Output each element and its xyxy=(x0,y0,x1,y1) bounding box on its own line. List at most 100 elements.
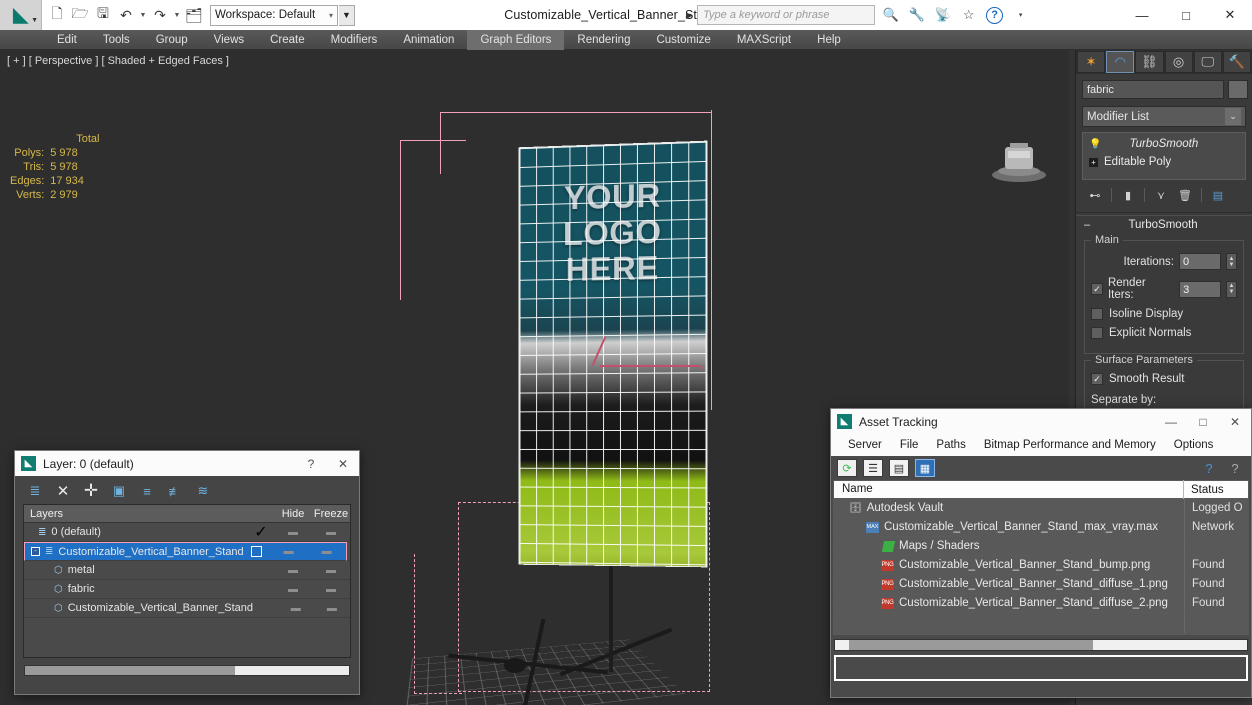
viewport-label[interactable]: [ + ] [ Perspective ] [ Shaded + Edged F… xyxy=(7,55,229,67)
grid-view-icon[interactable]: ▦ xyxy=(915,459,935,477)
column-hide[interactable]: Hide xyxy=(274,508,312,520)
render-iters-spinner[interactable]: ▲ ▼ xyxy=(1226,280,1237,298)
render-iters-input[interactable]: 3 xyxy=(1179,280,1222,298)
column-layers[interactable]: Layers xyxy=(24,508,274,520)
menu-bitmap-performance-and-memory[interactable]: Bitmap Performance and Memory xyxy=(975,439,1165,451)
menu-views[interactable]: Views xyxy=(201,30,257,50)
lightbulb-icon[interactable]: 💡 xyxy=(1089,139,1101,150)
refresh-icon[interactable]: ⟳ xyxy=(837,459,857,477)
hide-toggle[interactable]: ▬ xyxy=(274,527,312,538)
menu-rendering[interactable]: Rendering xyxy=(564,30,643,50)
modifier-stack[interactable]: 💡 TurboSmooth + Editable Poly xyxy=(1082,132,1246,180)
undo-icon[interactable]: ↶ xyxy=(115,3,137,27)
layer-dialog-close-button[interactable]: ✕ xyxy=(327,457,359,471)
menu-customize[interactable]: Customize xyxy=(643,30,723,50)
tab-utilities[interactable]: 🔨 xyxy=(1222,51,1252,73)
menu-maxscript[interactable]: MAXScript xyxy=(724,30,804,50)
modifier-stack-item-editable-poly[interactable]: + Editable Poly xyxy=(1085,153,1243,171)
collapse-icon[interactable]: – xyxy=(1084,219,1090,231)
asset-horizontal-scrollbar[interactable] xyxy=(834,639,1248,651)
layer-horizontal-scrollbar[interactable] xyxy=(24,665,350,676)
menu-server[interactable]: Server xyxy=(839,439,891,451)
asset-row[interactable]: 🗄 Autodesk Vault Logged O xyxy=(833,498,1249,518)
layer-row[interactable]: ⬡ Customizable_Vertical_Banner_Stand ▬ ▬ xyxy=(24,599,350,618)
open-file-icon[interactable]: 🗁 xyxy=(69,3,91,27)
configure-modifier-sets-icon[interactable]: ▤ xyxy=(1207,186,1229,204)
iterations-input[interactable]: 0 xyxy=(1179,253,1221,270)
current-layer-check[interactable] xyxy=(244,546,270,557)
hide-toggle[interactable]: ▬ xyxy=(270,546,308,557)
explicit-normals-row[interactable]: Explicit Normals xyxy=(1091,327,1237,339)
maximize-button[interactable]: □ xyxy=(1164,0,1208,30)
layer-dialog-help-button[interactable]: ? xyxy=(295,457,327,471)
explicit-normals-checkbox[interactable] xyxy=(1091,327,1103,339)
current-layer-check[interactable]: ✓ xyxy=(248,522,274,542)
tab-display[interactable]: 🖵 xyxy=(1193,51,1222,73)
iterations-spinner[interactable]: ▲ ▼ xyxy=(1226,253,1237,270)
expand-plus-icon[interactable]: + xyxy=(1089,157,1098,167)
menu-options[interactable]: Options xyxy=(1165,439,1223,451)
menu-help[interactable]: Help xyxy=(804,30,854,50)
asset-row[interactable]: PNG Customizable_Vertical_Banner_Stand_bu… xyxy=(833,555,1249,575)
freeze-toggle[interactable]: ▬ xyxy=(312,584,350,595)
layer-dialog[interactable]: ◣ Layer: 0 (default) ? ✕ ≣ ✕ ✛ ▣ ≡ ≢ ≋ L… xyxy=(14,450,360,695)
menu-graph-editors[interactable]: Graph Editors xyxy=(467,29,565,50)
undo-dropdown-icon[interactable]: ▼ xyxy=(138,3,148,27)
viewcube-teapot-widget[interactable] xyxy=(988,135,1050,185)
show-end-result-icon[interactable]: ▮ xyxy=(1117,186,1139,204)
redo-icon[interactable]: ↷ xyxy=(149,3,171,27)
select-objects-in-layer-icon[interactable]: ▣ xyxy=(109,482,129,500)
column-name[interactable]: Name xyxy=(834,480,1184,499)
highlight-selected-objects-icon[interactable]: ≡ xyxy=(137,482,157,500)
scrollbar-thumb[interactable] xyxy=(25,666,235,675)
isoline-display-row[interactable]: Isoline Display xyxy=(1091,308,1237,320)
redo-dropdown-icon[interactable]: ▼ xyxy=(172,3,182,27)
asset-row[interactable]: Maps / Shaders xyxy=(833,536,1249,556)
scrollbar-thumb[interactable] xyxy=(849,640,1093,650)
layer-row[interactable]: ⬡ fabric ▬ ▬ xyxy=(24,580,350,599)
asset-maximize-button[interactable]: □ xyxy=(1187,415,1219,429)
smooth-result-row[interactable]: ✓ Smooth Result xyxy=(1091,373,1237,385)
freeze-toggle[interactable]: ▬ xyxy=(312,527,350,538)
menu-edit[interactable]: Edit xyxy=(44,30,90,50)
expand-arrow-icon[interactable]: ▶ xyxy=(686,11,692,20)
help-button[interactable]: ? xyxy=(984,5,1005,25)
transform-gizmo-x-axis[interactable] xyxy=(600,365,700,367)
asset-list[interactable]: Name Status 🗄 Autodesk Vault Logged O MAX… xyxy=(833,480,1249,635)
list-view-icon[interactable]: ☰ xyxy=(863,459,883,477)
asset-row[interactable]: MAX Customizable_Vertical_Banner_Stand_ma… xyxy=(833,517,1249,537)
remove-modifier-icon[interactable]: 🗑 xyxy=(1174,186,1196,204)
asset-minimize-button[interactable]: — xyxy=(1155,415,1187,429)
menu-group[interactable]: Group xyxy=(143,30,201,50)
binoculars-icon[interactable]: 🔍 xyxy=(880,5,901,25)
tab-motion[interactable]: ◎ xyxy=(1164,51,1193,73)
add-layer-icon[interactable]: ✛ xyxy=(81,481,101,500)
new-file-icon[interactable]: 🗋 xyxy=(46,3,68,27)
set-project-folder-icon[interactable]: 🗂 xyxy=(183,3,205,27)
create-new-layer-icon[interactable]: ≣ xyxy=(25,482,45,500)
menu-modifiers[interactable]: Modifiers xyxy=(318,30,391,50)
minimize-button[interactable]: — xyxy=(1120,0,1164,30)
menu-animation[interactable]: Animation xyxy=(390,30,467,50)
tab-hierarchy[interactable]: ⛓ xyxy=(1135,51,1164,73)
help-icon[interactable]: ? xyxy=(1199,459,1219,477)
layer-row[interactable]: ⬡ metal ▬ ▬ xyxy=(24,561,350,580)
isoline-display-checkbox[interactable] xyxy=(1091,308,1103,320)
hide-toggle[interactable]: ▬ xyxy=(278,603,314,614)
asset-close-button[interactable]: ✕ xyxy=(1219,415,1251,429)
star-icon[interactable]: ☆ xyxy=(958,5,979,25)
expand-collapse-icon[interactable]: - xyxy=(31,547,40,556)
asset-tracking-window[interactable]: ◣ Asset Tracking — □ ✕ Server File Paths… xyxy=(830,408,1252,698)
layer-list[interactable]: Layers Hide Freeze ≣ 0 (default) ✓ ▬ ▬ - ≣… xyxy=(23,504,351,658)
app-menu-button[interactable]: ◣ ▼ xyxy=(0,0,42,30)
search-input[interactable]: Type a keyword or phrase xyxy=(697,5,876,25)
save-file-icon[interactable]: 🖫 xyxy=(92,3,114,27)
workspace-selector[interactable]: Workspace: Default ▾ xyxy=(210,4,338,26)
freeze-toggle[interactable]: ▬ xyxy=(314,603,350,614)
turbosmooth-rollout-header[interactable]: – TurboSmooth xyxy=(1076,215,1252,234)
layer-row[interactable]: ≣ 0 (default) ✓ ▬ ▬ xyxy=(24,523,350,542)
add-selection-to-layer-icon[interactable]: ≢ xyxy=(165,482,185,500)
render-iters-checkbox[interactable]: ✓ xyxy=(1091,283,1103,295)
workspace-dropdown-button[interactable]: ▼ xyxy=(339,4,355,26)
hide-toggle[interactable]: ▬ xyxy=(274,565,312,576)
